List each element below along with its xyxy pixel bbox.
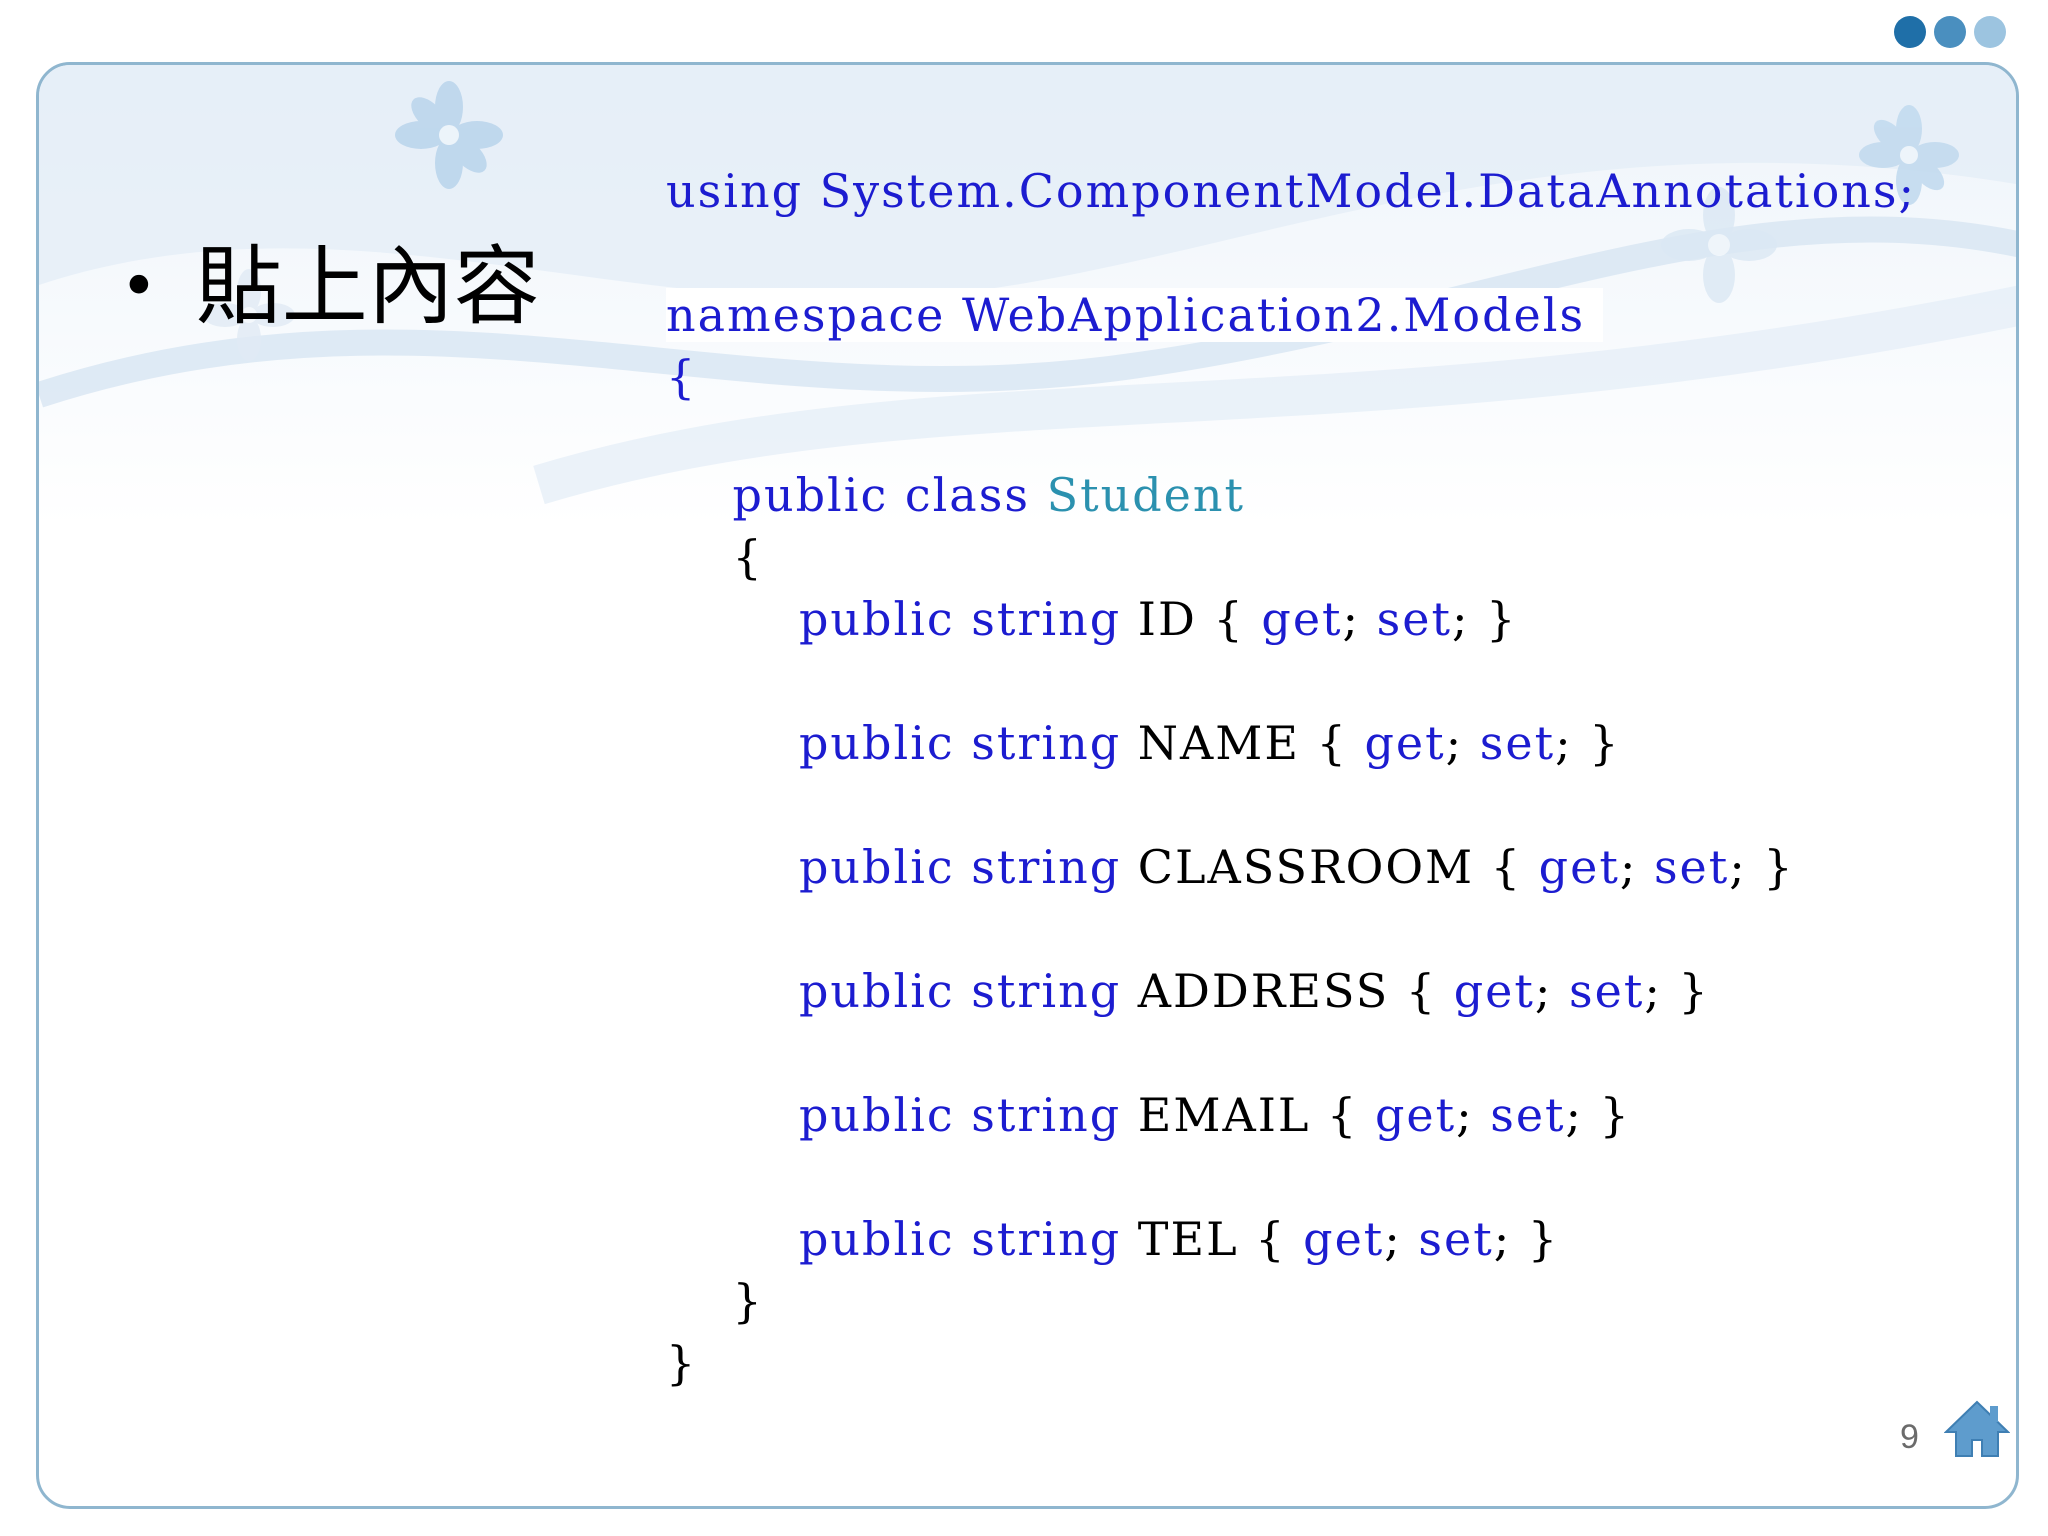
- code-property-get: get: [1261, 592, 1343, 646]
- bullet-dot: •: [120, 250, 158, 324]
- code-property-sep: ;: [1445, 716, 1480, 770]
- code-property-modifiers: public string: [798, 964, 1122, 1018]
- code-property-end: ; }: [1644, 964, 1710, 1018]
- code-property-name: ID {: [1121, 592, 1262, 646]
- code-property-sep: ;: [1384, 1212, 1419, 1266]
- code-property-end: ; }: [1493, 1212, 1560, 1266]
- page-number: 9: [1900, 1418, 1919, 1456]
- code-line-using: using System.ComponentModel.DataAnnotati…: [666, 160, 1916, 222]
- code-keyword-class: public class: [732, 468, 1030, 522]
- code-class-name: Student: [1046, 468, 1245, 522]
- code-property-set: set: [1376, 592, 1452, 646]
- code-class-close-brace: }: [666, 1270, 1916, 1332]
- code-class-open-brace-text: {: [732, 530, 764, 584]
- code-property-end: ; }: [1565, 1088, 1631, 1142]
- code-keyword-using: using: [666, 164, 804, 218]
- slide-page: • 貼上內容 using System.ComponentModel.DataAn…: [0, 0, 2048, 1536]
- code-property-get: get: [1364, 716, 1446, 770]
- code-property-end: ; }: [1729, 840, 1795, 894]
- code-property-line: public string CLASSROOM { get; set; }: [666, 836, 1916, 898]
- bullet-text: 貼上內容: [195, 237, 540, 337]
- code-property-name: NAME {: [1121, 716, 1365, 770]
- code-property-sep: ;: [1342, 592, 1377, 646]
- code-property-name: EMAIL {: [1121, 1088, 1375, 1142]
- code-property-sep: ;: [1534, 964, 1570, 1018]
- code-namespace-open-brace: {: [666, 350, 698, 404]
- code-property-modifiers: public string: [798, 840, 1122, 894]
- code-property-modifiers: public string: [798, 1088, 1122, 1142]
- code-property-line: public string EMAIL { get; set; }: [666, 1084, 1916, 1146]
- code-property-end: ; }: [1555, 716, 1621, 770]
- code-line-namespace: namespace WebApplication2.Models: [666, 284, 1916, 346]
- code-property-name: ADDRESS {: [1121, 964, 1454, 1018]
- code-property-get: get: [1374, 1088, 1457, 1142]
- bullet-item: • 貼上內容: [120, 232, 540, 342]
- code-property-name: CLASSROOM {: [1121, 840, 1539, 894]
- code-property-set: set: [1569, 964, 1645, 1018]
- code-property-set: set: [1653, 840, 1730, 894]
- code-property-line: public string NAME { get; set; }: [666, 712, 1916, 774]
- home-icon[interactable]: [1944, 1398, 2010, 1460]
- code-property-end: ; }: [1451, 592, 1518, 646]
- code-property-line: public string ID { get; set; }: [666, 588, 1916, 650]
- dots-decoration-icon: [1894, 16, 2006, 48]
- code-class-open-brace: {: [666, 526, 1916, 588]
- code-property-get: get: [1453, 964, 1535, 1018]
- code-property-set: set: [1479, 716, 1556, 770]
- code-property-line: public string ADDRESS { get; set; }: [666, 960, 1916, 1022]
- code-class-close-brace-text: }: [732, 1274, 764, 1328]
- code-property-modifiers: public string: [798, 1212, 1122, 1266]
- code-line-class: public class Student: [666, 464, 1916, 526]
- code-property-sep: ;: [1456, 1088, 1491, 1142]
- code-property-modifiers: public string: [798, 716, 1122, 770]
- code-namespace-close-brace: }: [666, 1336, 698, 1390]
- code-property-get: get: [1303, 1212, 1385, 1266]
- code-block: using System.ComponentModel.DataAnnotati…: [666, 160, 1916, 1394]
- code-property-line: public string TEL { get; set; }: [666, 1208, 1916, 1270]
- code-keyword-namespace: namespace: [666, 288, 946, 342]
- code-property-set: set: [1418, 1212, 1494, 1266]
- code-namespace-name: WebApplication2.Models: [945, 288, 1586, 342]
- code-property-get: get: [1538, 840, 1620, 894]
- code-using-target: System.ComponentModel.DataAnnotations;: [803, 164, 1917, 218]
- code-property-modifiers: public string: [798, 592, 1122, 646]
- code-property-set: set: [1490, 1088, 1566, 1142]
- code-property-sep: ;: [1619, 840, 1654, 894]
- code-property-name: TEL {: [1121, 1212, 1304, 1266]
